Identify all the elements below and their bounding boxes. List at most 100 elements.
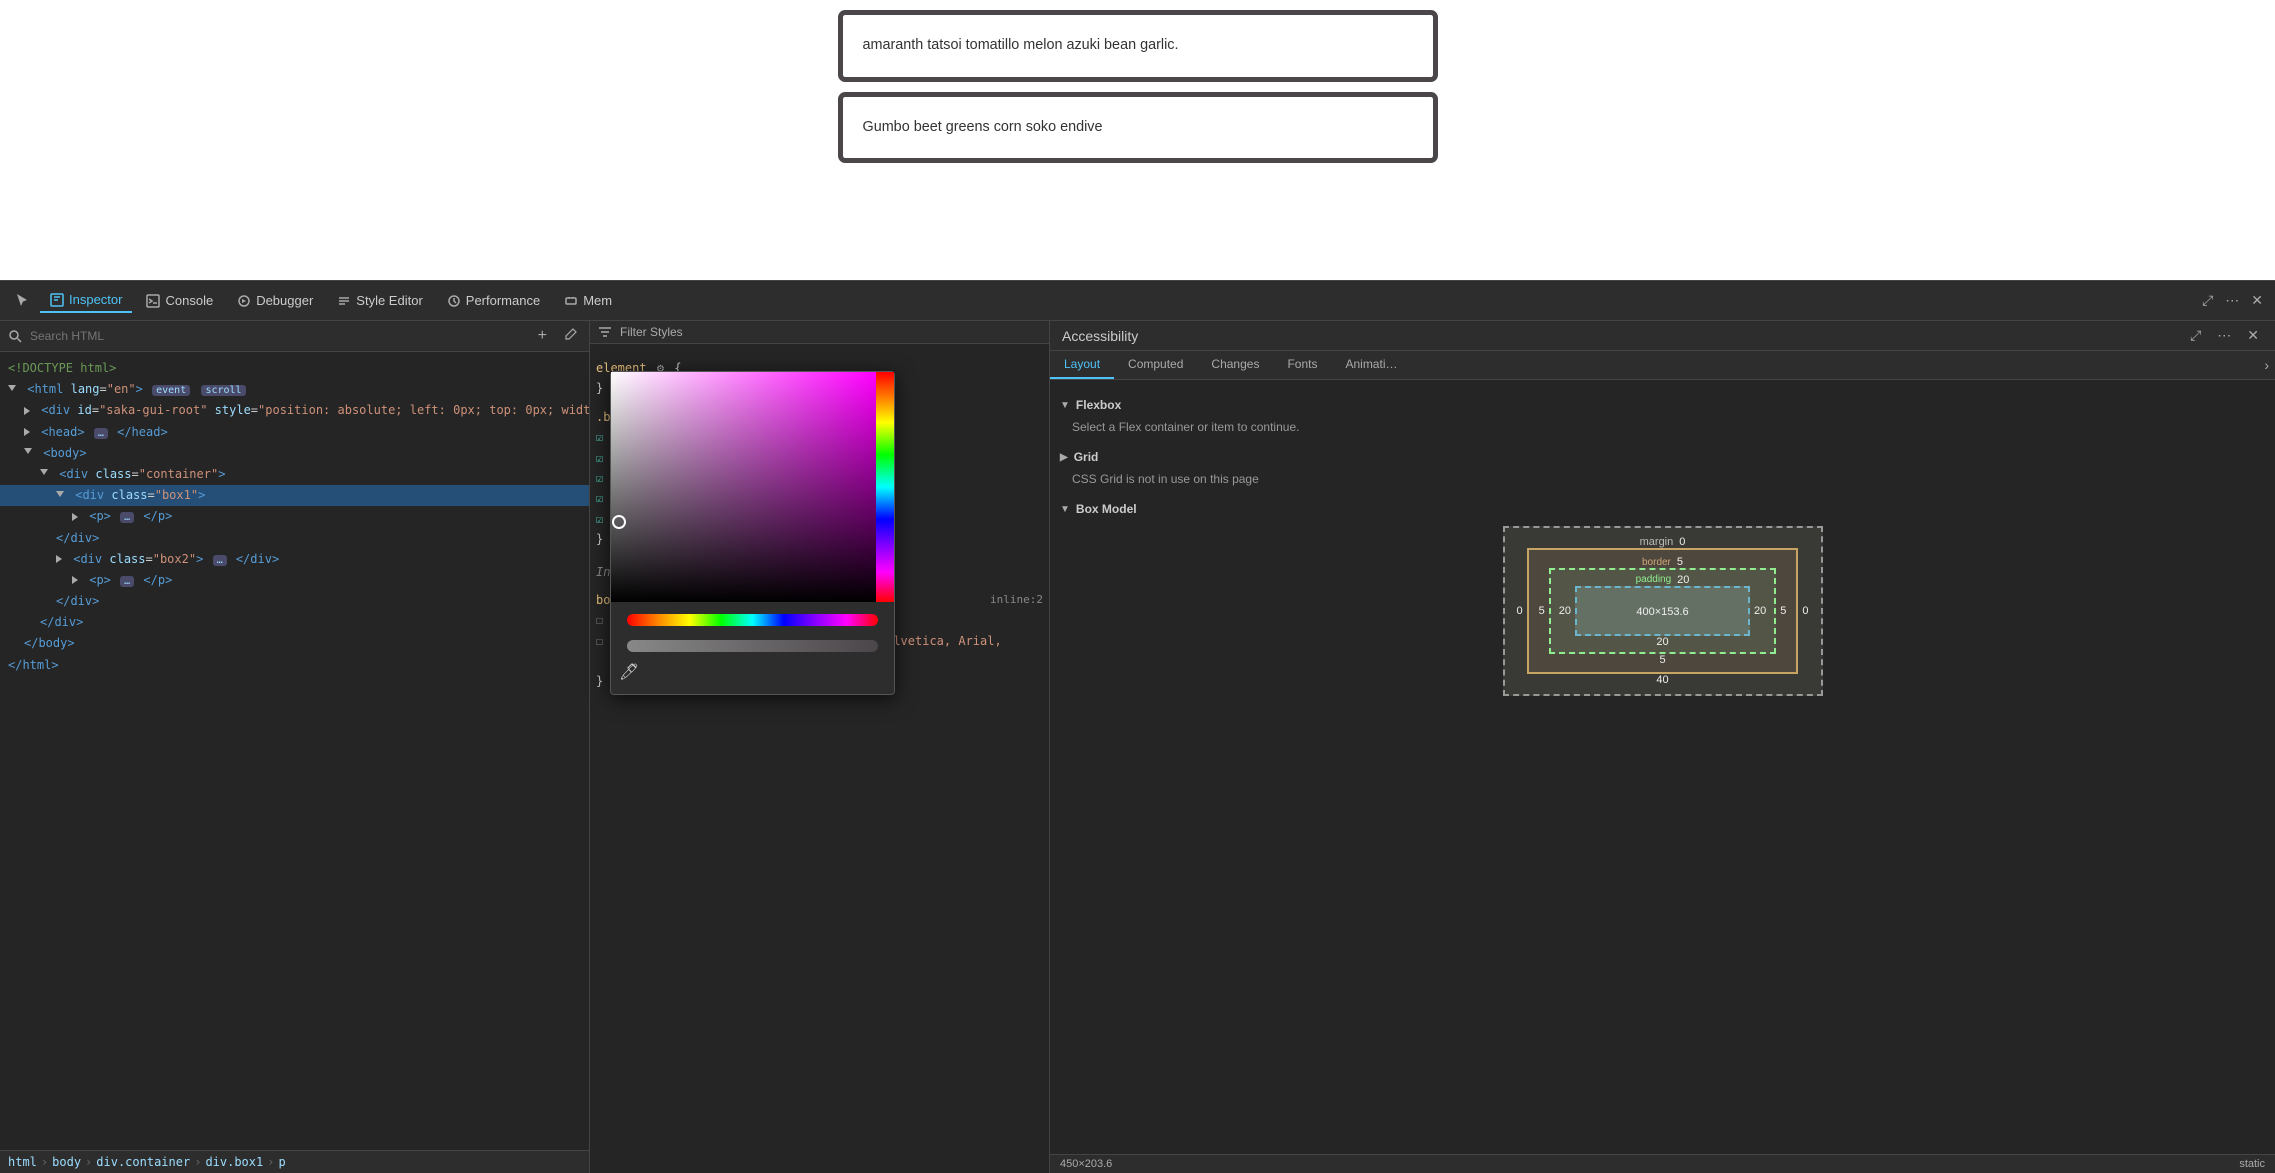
bm-content-box: 400×153.6: [1575, 586, 1750, 636]
html-line-container-close[interactable]: </div>: [0, 612, 589, 633]
expand-box2[interactable]: [56, 555, 62, 563]
box-model-header[interactable]: ▼ Box Model: [1060, 502, 2265, 516]
color-picker-popup: 🖊: [610, 371, 895, 695]
expand-head[interactable]: [24, 428, 30, 436]
box-model-visual: margin 0 0 border 5: [1503, 526, 1823, 696]
scroll-badge[interactable]: scroll: [201, 385, 245, 396]
memory-label: Mem: [583, 293, 612, 308]
box-model-section: ▼ Box Model margin 0: [1060, 502, 2265, 696]
bm-margin-top-row: margin 0: [1513, 536, 1813, 548]
tab-computed[interactable]: Computed: [1114, 351, 1197, 379]
breadcrumb-body[interactable]: body: [52, 1155, 81, 1169]
ellipsis-badge-p2[interactable]: …: [120, 576, 134, 587]
border-checkbox[interactable]: ☑: [596, 488, 603, 508]
padding-checkbox[interactable]: ☑: [596, 468, 603, 488]
expand-container[interactable]: [40, 469, 48, 479]
html-line-html-close[interactable]: </html>: [0, 655, 589, 676]
width-checkbox[interactable]: ☑: [596, 427, 603, 447]
expand-p1[interactable]: [72, 513, 78, 521]
style-editor-label: Style Editor: [356, 293, 422, 308]
tab-changes[interactable]: Changes: [1197, 351, 1273, 379]
html-line-box2[interactable]: <div class="box2"> … </div>: [0, 549, 589, 570]
html-line-p1[interactable]: <p> … </p>: [0, 506, 589, 527]
status-position: static: [2239, 1158, 2265, 1170]
html-line-p2[interactable]: <p> … </p>: [0, 570, 589, 591]
flexbox-section: ▼ Flexbox Select a Flex container or ite…: [1060, 398, 2265, 442]
search-html-input[interactable]: [30, 329, 526, 343]
bm-bottom-border-num: 5: [1659, 654, 1665, 666]
html-line-doctype[interactable]: <!DOCTYPE html>: [0, 358, 589, 379]
grid-body: CSS Grid is not in use on this page: [1060, 468, 2265, 494]
preview-text-upper: amaranth tatsoi tomatillo melon azuki be…: [863, 37, 1179, 53]
border-label: border: [1642, 557, 1671, 568]
tab-fonts[interactable]: Fonts: [1273, 351, 1331, 379]
close-btn[interactable]: ✕: [2247, 290, 2267, 311]
expand-p2[interactable]: [72, 576, 78, 584]
bm-bottom-padding-row: 20: [1555, 636, 1771, 648]
grid-header[interactable]: ▶ Grid: [1060, 450, 2265, 464]
more-tools-btn[interactable]: ⋯: [2221, 290, 2243, 311]
breadcrumb-container[interactable]: div.container: [96, 1155, 190, 1169]
expand-box1[interactable]: [56, 491, 64, 501]
expand-body[interactable]: [24, 448, 32, 458]
alpha-slider-container: [611, 634, 894, 658]
event-badge[interactable]: event: [152, 385, 190, 396]
debugger-label: Debugger: [256, 293, 313, 308]
color-indicator[interactable]: [612, 515, 626, 529]
expand-saka[interactable]: [24, 407, 30, 415]
html-line-container[interactable]: <div class="container">: [0, 464, 589, 485]
html-line-html[interactable]: <html lang="en"> event scroll: [0, 379, 589, 400]
eyedropper-icon-html: [563, 328, 577, 342]
devtools: Inspector Console Debugger Style Editor …: [0, 280, 2275, 1173]
bm-left-padding: 20: [1555, 586, 1575, 636]
bm-bottom-margin-num: 40: [1656, 674, 1668, 686]
color-picker-canvas[interactable]: [611, 372, 894, 602]
preview-content: amaranth tatsoi tomatillo melon azuki be…: [140, 10, 2135, 173]
html-line-div-close2[interactable]: </div>: [0, 591, 589, 612]
html-content: <!DOCTYPE html> <html lang="en"> event s…: [0, 352, 589, 1150]
pick-element-btn[interactable]: [559, 326, 581, 347]
ellipsis-badge-p1[interactable]: …: [120, 512, 134, 523]
flexbox-label: Flexbox: [1076, 398, 1121, 412]
html-line-box1[interactable]: <div class="box1">: [0, 485, 589, 506]
close-right-btn[interactable]: ✕: [2243, 325, 2263, 346]
performance-tab[interactable]: Performance: [437, 289, 550, 312]
alpha-slider[interactable]: [627, 640, 878, 652]
flexbox-header[interactable]: ▼ Flexbox: [1060, 398, 2265, 412]
more-right-btn[interactable]: ⋯: [2213, 325, 2235, 346]
border-radius-checkbox[interactable]: ☑: [596, 509, 603, 529]
console-tab[interactable]: Console: [136, 289, 223, 312]
inspector-cursor-btn[interactable]: [8, 289, 36, 313]
bm-padding-row: 5 padding 20: [1535, 568, 1791, 654]
expand-right-btn[interactable]: ⤢: [2186, 325, 2205, 346]
ellipsis-badge-box2[interactable]: …: [213, 555, 227, 566]
expand-html[interactable]: [8, 385, 16, 395]
html-line-div-close1[interactable]: </div>: [0, 528, 589, 549]
bm-border-top-row: border 5: [1535, 556, 1791, 568]
inspector-tab[interactable]: Inspector: [40, 288, 132, 313]
html-line-head[interactable]: <head> … </head>: [0, 422, 589, 443]
html-line-div-saka[interactable]: <div id="saka-gui-root" style="position:…: [0, 400, 589, 421]
memory-tab[interactable]: Mem: [554, 289, 622, 312]
expand-btn[interactable]: ⤢: [2198, 290, 2217, 311]
add-node-btn[interactable]: +: [534, 325, 551, 347]
padding-label: padding: [1636, 574, 1672, 586]
html-line-body[interactable]: <body>: [0, 443, 589, 464]
scroll-right-btn[interactable]: ›: [2258, 351, 2275, 379]
bm-left-border: 5: [1535, 568, 1549, 654]
style-editor-tab[interactable]: Style Editor: [327, 289, 432, 312]
ellipsis-badge-head[interactable]: …: [94, 428, 108, 439]
inspector-label: Inspector: [69, 292, 122, 307]
breadcrumb-box1[interactable]: div.box1: [205, 1155, 263, 1169]
margin-checkbox[interactable]: ☑: [596, 448, 603, 468]
html-line-body-close[interactable]: </body>: [0, 633, 589, 654]
debugger-tab[interactable]: Debugger: [227, 289, 323, 312]
hue-slider[interactable]: [627, 614, 878, 626]
breadcrumb-html[interactable]: html: [8, 1155, 37, 1169]
breadcrumb-p[interactable]: p: [278, 1155, 285, 1169]
brightness-gradient[interactable]: [611, 372, 876, 602]
eyedropper-icon[interactable]: 🖊: [619, 662, 639, 682]
hue-spectrum[interactable]: [876, 372, 894, 602]
tab-animations[interactable]: Animati…: [1331, 351, 1411, 379]
tab-layout[interactable]: Layout: [1050, 351, 1114, 379]
